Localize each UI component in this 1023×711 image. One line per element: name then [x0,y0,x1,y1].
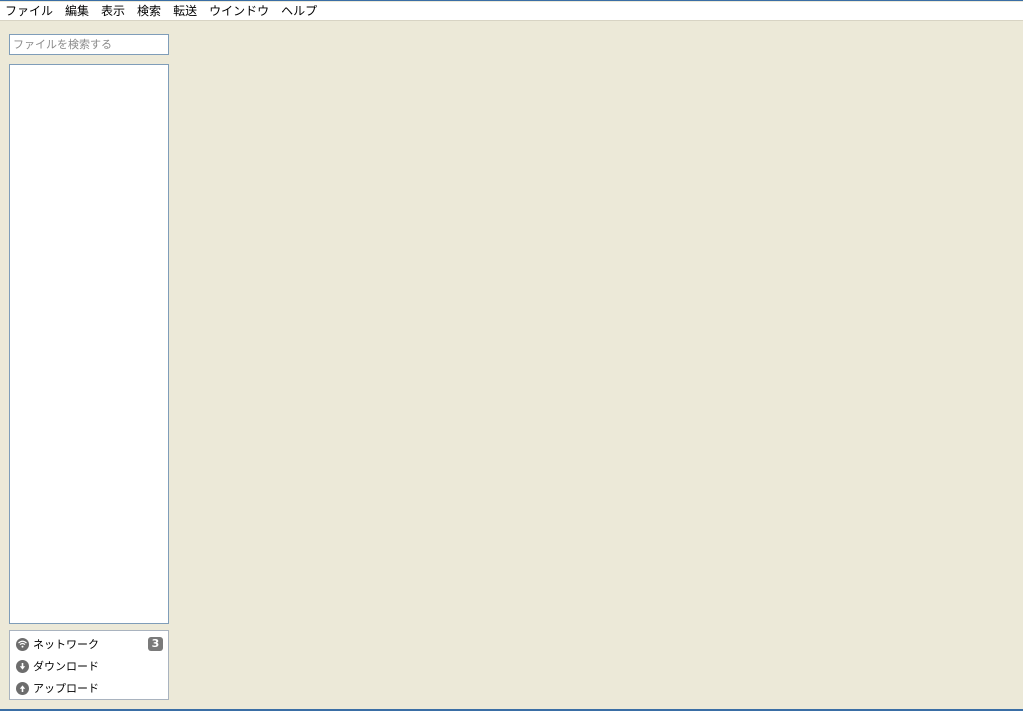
menu-file[interactable]: ファイル [0,3,59,20]
network-icon [16,637,29,651]
menu-transfer[interactable]: 転送 [167,3,203,20]
download-icon [16,659,29,673]
menu-window[interactable]: ウインドウ [203,3,275,20]
menu-edit[interactable]: 編集 [59,3,95,20]
menu-bar: ファイル 編集 表示 検索 転送 ウインドウ ヘルプ [0,2,1023,21]
nav-item-label: アップロード [33,682,99,695]
menu-search[interactable]: 検索 [131,3,167,20]
search-input[interactable] [9,34,169,55]
upload-icon [16,681,29,695]
nav-panel: ネットワーク 3 ダウンロード アップロード [9,630,169,700]
nav-item-label: ネットワーク [33,638,99,651]
app-window: ファイル 編集 表示 検索 転送 ウインドウ ヘルプ ネットワーク 3 [0,0,1023,711]
main-content-area [175,22,1023,710]
nav-item-upload[interactable]: アップロード [10,677,168,699]
nav-item-download[interactable]: ダウンロード [10,655,168,677]
nav-item-label: ダウンロード [33,660,99,673]
network-count-badge: 3 [148,637,163,651]
nav-item-network[interactable]: ネットワーク 3 [10,633,168,655]
menu-view[interactable]: 表示 [95,3,131,20]
file-list[interactable] [9,64,169,624]
menu-help[interactable]: ヘルプ [275,3,323,20]
